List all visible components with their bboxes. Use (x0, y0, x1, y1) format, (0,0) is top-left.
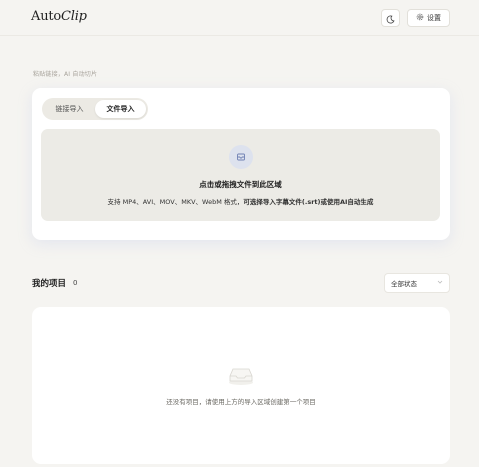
status-filter-value: 全部状态 (391, 280, 417, 288)
status-filter-select[interactable]: 全部状态 (384, 273, 450, 293)
upload-icon (229, 145, 253, 169)
empty-state-text: 还没有项目，请使用上方的导入区域创建第一个项目 (166, 398, 316, 406)
projects-title: 我的项目 (32, 279, 67, 289)
gear-icon (416, 13, 424, 23)
projects-header: 我的项目 0 (32, 277, 77, 289)
brand-suffix: Clip (61, 9, 87, 24)
tab-link-import[interactable]: 链接导入 (44, 100, 95, 118)
brand-prefix: Auto (31, 9, 62, 24)
dropzone-subtitle-note: 可选择导入字幕文件(.srt)或使用AI自动生成 (243, 198, 374, 206)
chevron-down-icon (437, 279, 443, 287)
empty-inbox-icon (228, 364, 254, 386)
settings-button[interactable]: 设置 (407, 9, 450, 27)
import-tabs: 链接导入 文件导入 (42, 98, 148, 120)
app-logo[interactable]: AutoClip (31, 9, 87, 24)
moon-icon (386, 9, 395, 28)
settings-label: 设置 (427, 14, 441, 22)
import-hint: 粘贴链接，AI 自动切片 (33, 71, 98, 78)
theme-toggle-button[interactable] (381, 9, 400, 27)
dropzone-title: 点击或拖拽文件到此区域 (199, 180, 282, 189)
dropzone-formats: 支持 MP4、AVI、MOV、MKV、WebM 格式， (107, 198, 244, 206)
import-card: 链接导入 文件导入 点击或拖拽文件到此区域 支持 MP4、AVI、MOV、MKV… (32, 88, 450, 240)
file-dropzone[interactable]: 点击或拖拽文件到此区域 支持 MP4、AVI、MOV、MKV、WebM 格式，可… (41, 129, 440, 221)
tab-file-import[interactable]: 文件导入 (95, 100, 146, 118)
projects-empty-card: 还没有项目，请使用上方的导入区域创建第一个项目 (32, 307, 450, 464)
projects-count: 0 (73, 279, 78, 287)
top-bar: AutoClip 设置 (0, 0, 479, 36)
dropzone-description: 支持 MP4、AVI、MOV、MKV、WebM 格式，可选择导入字幕文件(.sr… (41, 196, 440, 206)
